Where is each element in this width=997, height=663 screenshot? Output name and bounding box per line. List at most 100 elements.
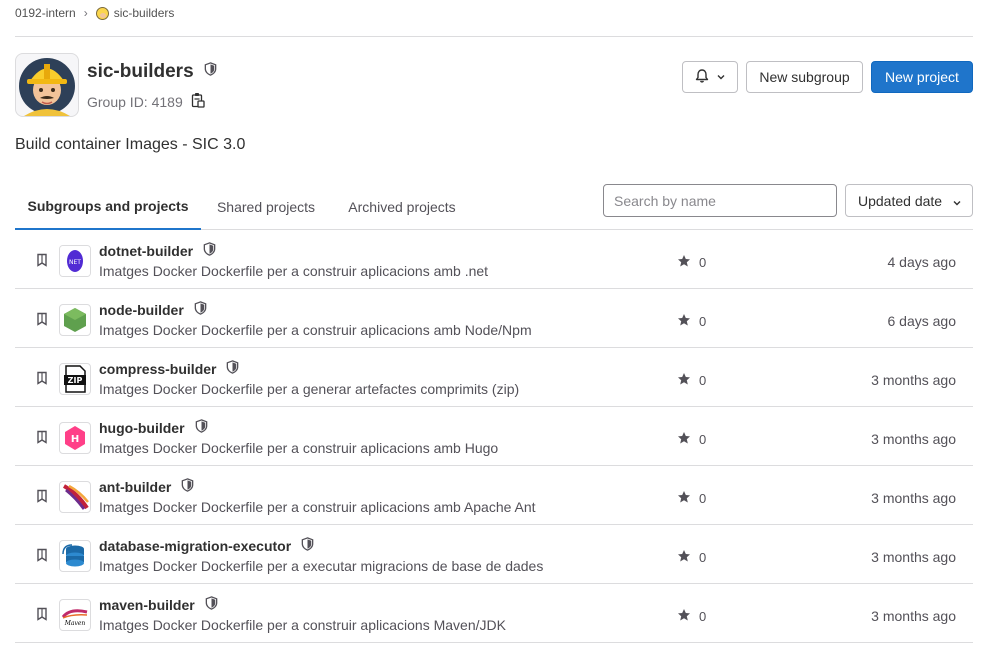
star-count[interactable]: 0 [677, 608, 706, 625]
breadcrumb-parent-link[interactable]: 0192-intern [15, 6, 76, 20]
project-type-icon [35, 253, 49, 267]
project-title: node-builder [99, 300, 208, 319]
tab-archived-projects[interactable]: Archived projects [331, 184, 473, 229]
project-description: Imatges Docker Dockerfile per a generar … [99, 381, 520, 397]
star-count-value: 0 [699, 432, 707, 447]
updated-time: 3 months ago [871, 549, 956, 565]
project-row[interactable]: NET dotnet-builder Imatges Docker Dockerfi… [15, 230, 973, 289]
project-name-link[interactable]: ant-builder [99, 479, 171, 495]
tab-subgroups-and-projects[interactable]: Subgroups and projects [15, 184, 201, 230]
shield-icon [203, 61, 218, 83]
star-count[interactable]: 0 [677, 431, 706, 448]
notification-settings-button[interactable] [682, 61, 738, 93]
star-icon [677, 313, 691, 330]
star-icon [677, 608, 691, 625]
star-count[interactable]: 0 [677, 549, 706, 566]
sort-dropdown[interactable]: Updated date [845, 184, 973, 217]
shield-icon [204, 595, 219, 614]
breadcrumb-current-link[interactable]: sic-builders [114, 6, 175, 20]
star-count-value: 0 [699, 255, 707, 270]
updated-time: 3 months ago [871, 372, 956, 388]
nodejs-logo-icon[interactable] [59, 304, 91, 336]
star-icon [677, 549, 691, 566]
project-row[interactable]: ant-builder Imatges Docker Dockerfile per… [15, 466, 973, 525]
group-title: sic-builders [87, 61, 218, 83]
project-description: Imatges Docker Dockerfile per a executar… [99, 558, 544, 574]
shield-icon [300, 536, 315, 555]
project-description: Imatges Docker Dockerfile per a construi… [99, 499, 536, 515]
star-count-value: 0 [699, 550, 707, 565]
updated-time: 6 days ago [887, 313, 957, 329]
new-subgroup-button[interactable]: New subgroup [746, 61, 863, 93]
header-divider [15, 36, 973, 37]
hugo-logo-icon[interactable]: H [59, 422, 91, 454]
star-icon [677, 372, 691, 389]
maven-logo-text: Maven [64, 620, 86, 627]
project-title: dotnet-builder [99, 241, 217, 260]
database-logo-icon[interactable] [59, 540, 91, 572]
project-type-icon [35, 371, 49, 385]
group-id-label: Group ID: 4189 [87, 93, 183, 110]
project-type-icon [35, 430, 49, 444]
shield-icon [193, 300, 208, 319]
project-row[interactable]: ZIP compress-builder Imatges Docker Docker… [15, 348, 973, 407]
dotnet-logo-icon[interactable]: NET [59, 245, 91, 277]
chevron-right-icon: › [83, 6, 88, 20]
project-title: compress-builder [99, 359, 240, 378]
project-description: Imatges Docker Dockerfile per a construi… [99, 263, 489, 279]
project-name-link[interactable]: compress-builder [99, 361, 216, 377]
group-avatar-small [95, 6, 109, 20]
project-description: Imatges Docker Dockerfile per a construi… [99, 617, 506, 633]
project-type-icon [35, 489, 49, 503]
sort-label: Updated date [858, 192, 943, 209]
project-name-link[interactable]: maven-builder [99, 597, 195, 613]
shield-icon [225, 359, 240, 378]
project-type-icon [35, 548, 49, 562]
search-input[interactable] [603, 184, 837, 217]
star-count[interactable]: 0 [677, 313, 706, 330]
star-count-value: 0 [699, 314, 707, 329]
star-count-value: 0 [699, 609, 707, 624]
project-name-link[interactable]: database-migration-executor [99, 538, 291, 554]
svg-text:ZIP: ZIP [68, 376, 83, 385]
group-description: Build container Images - SIC 3.0 [15, 136, 246, 153]
shield-icon [194, 418, 209, 437]
new-project-button[interactable]: New project [871, 61, 973, 93]
star-count[interactable]: 0 [677, 490, 706, 507]
project-name-link[interactable]: node-builder [99, 302, 184, 318]
star-count[interactable]: 0 [677, 372, 706, 389]
project-type-icon [35, 312, 49, 326]
updated-time: 3 months ago [871, 431, 956, 447]
svg-text:NET: NET [69, 259, 81, 266]
updated-time: 3 months ago [871, 608, 956, 624]
maven-logo-icon[interactable]: Maven [59, 599, 91, 631]
project-row[interactable]: node-builder Imatges Docker Dockerfile pe… [15, 289, 973, 348]
project-title: database-migration-executor [99, 536, 315, 555]
updated-time: 3 months ago [871, 490, 956, 506]
apache-ant-logo-icon[interactable] [59, 481, 91, 513]
project-row[interactable]: Maven maven-builder Imatges Docker Dockerf… [15, 584, 973, 643]
group-name: sic-builders [87, 61, 194, 82]
star-count-value: 0 [699, 491, 707, 506]
project-row[interactable]: Hhugo-builder Imatges Docker Dockerfile p… [15, 407, 973, 466]
project-title: ant-builder [99, 477, 195, 496]
project-title: hugo-builder [99, 418, 209, 437]
star-count-value: 0 [699, 373, 707, 388]
svg-text:H: H [71, 434, 79, 445]
project-row[interactable]: database-migration-executor Imatges Docke… [15, 525, 973, 584]
tab-shared-projects[interactable]: Shared projects [201, 184, 331, 229]
chevron-down-icon [952, 195, 962, 211]
star-icon [677, 431, 691, 448]
shield-icon [202, 241, 217, 260]
copy-icon[interactable] [191, 92, 205, 111]
updated-time: 4 days ago [887, 254, 957, 270]
project-name-link[interactable]: dotnet-builder [99, 243, 193, 259]
project-name-link[interactable]: hugo-builder [99, 420, 185, 436]
star-icon [677, 490, 691, 507]
project-type-icon [35, 607, 49, 621]
zip-file-icon[interactable]: ZIP [59, 363, 91, 395]
project-description: Imatges Docker Dockerfile per a construi… [99, 440, 499, 456]
project-description: Imatges Docker Dockerfile per a construi… [99, 322, 532, 338]
star-count[interactable]: 0 [677, 254, 706, 271]
group-id: Group ID: 4189 [87, 92, 205, 111]
